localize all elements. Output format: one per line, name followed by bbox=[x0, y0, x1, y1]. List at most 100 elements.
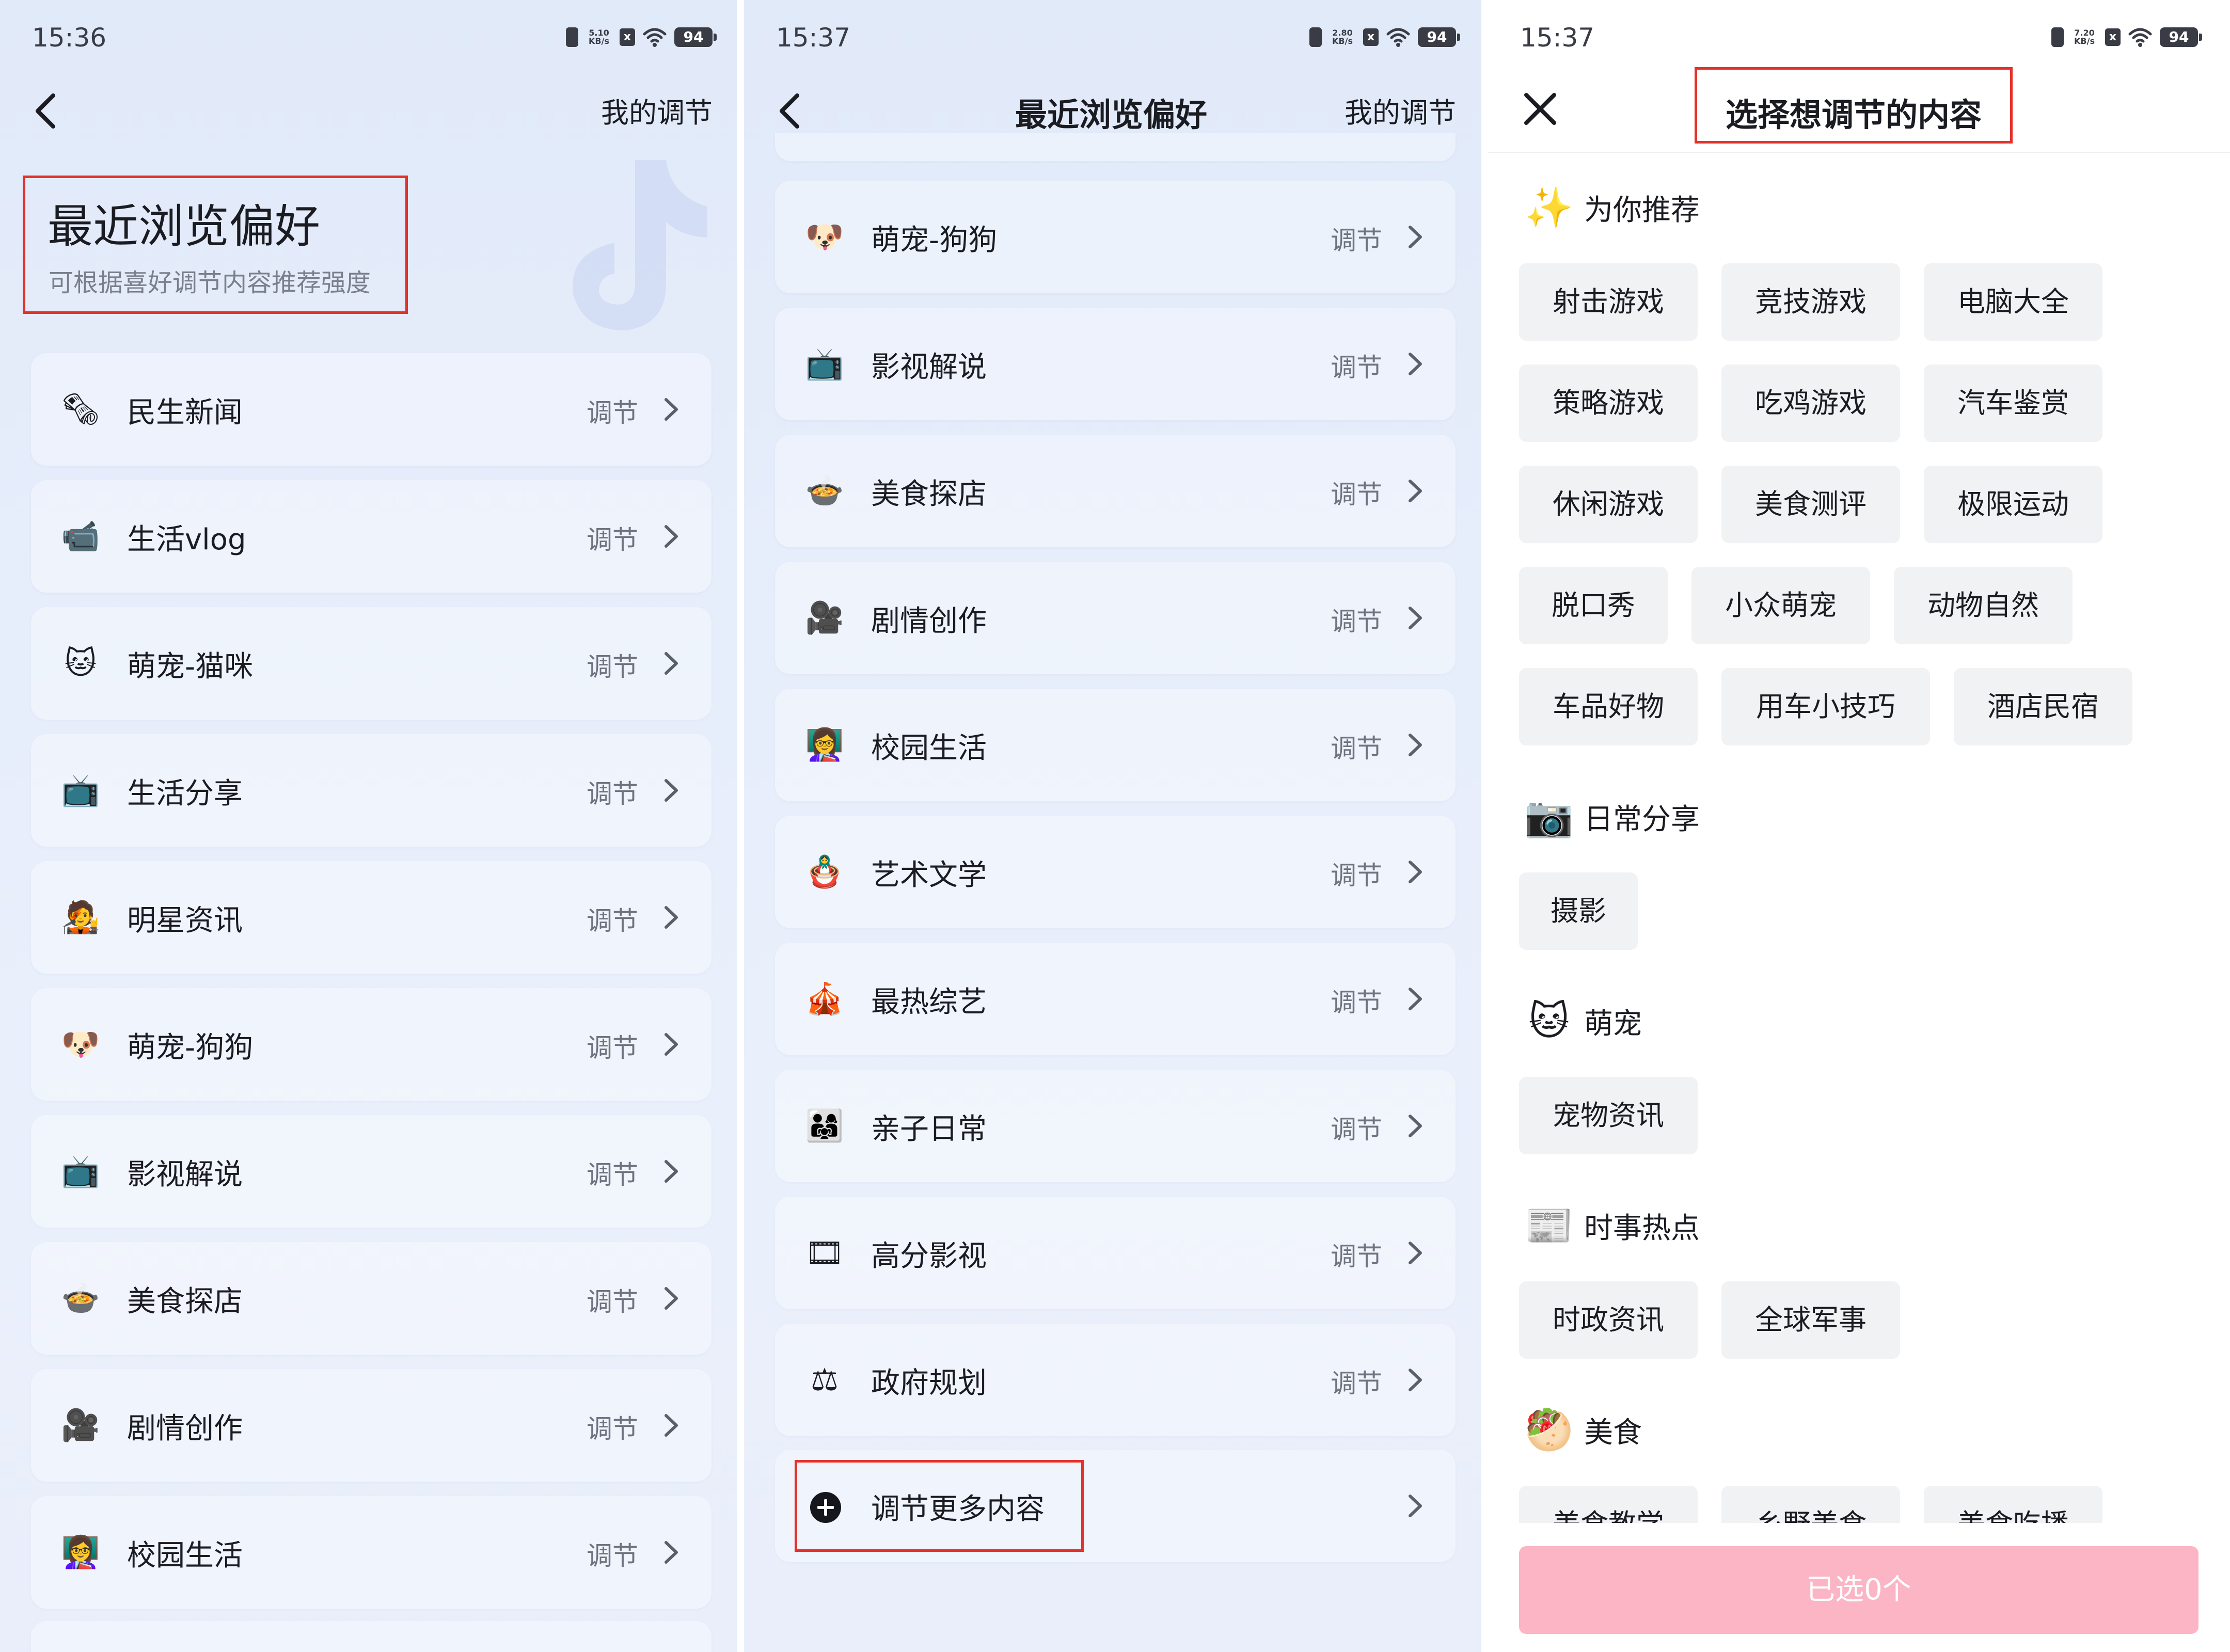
list-item[interactable]: 📺 影视解说 调节 bbox=[31, 1115, 711, 1228]
topic-tag[interactable]: 用车小技巧 bbox=[1721, 668, 1930, 745]
sim-off-icon: x bbox=[1363, 28, 1379, 46]
category-icon: 📺 bbox=[805, 346, 844, 382]
list-item[interactable]: 🐶 萌宠-狗狗 调节 bbox=[31, 988, 711, 1101]
adjust-button[interactable]: 调节 bbox=[587, 1408, 638, 1446]
section-title: 时事热点 bbox=[1584, 1211, 1700, 1245]
topic-tag[interactable]: 美食测评 bbox=[1721, 466, 1900, 543]
category-label: 明星资讯 bbox=[127, 904, 243, 938]
category-label: 最热综艺 bbox=[871, 986, 987, 1019]
section-icon: 🐱 bbox=[1528, 998, 1570, 1044]
adjust-button[interactable]: 调节 bbox=[1331, 1363, 1382, 1400]
category-icon: 🍲 bbox=[61, 1280, 100, 1316]
list-item[interactable]: 👨‍👩‍👧 亲子日常 调节 bbox=[775, 1070, 1456, 1182]
list-item[interactable]: 📹 生活vlog 调节 bbox=[31, 480, 711, 593]
back-icon[interactable] bbox=[769, 88, 815, 134]
list-item[interactable]: 📺 影视解说 调节 bbox=[775, 308, 1456, 420]
section-header: ✨ 为你推荐 bbox=[1524, 182, 1700, 233]
screen-browse-preferences-scrolled: 15:37 2.80 KB/s x 94 最近浏览偏好 我的调节 🐶 萌宠-狗狗 调节… bbox=[744, 0, 1488, 1652]
category-icon: 🗞 bbox=[61, 391, 101, 427]
adjust-button[interactable]: 调节 bbox=[587, 1281, 638, 1319]
list-item[interactable]: 🧑‍🎤 明星资讯 调节 bbox=[31, 861, 711, 974]
topic-tag[interactable]: 脱口秀 bbox=[1519, 567, 1668, 644]
adjust-button[interactable]: 调节 bbox=[587, 1027, 638, 1065]
topic-tag[interactable]: 摄影 bbox=[1519, 872, 1638, 950]
topic-tag[interactable]: 休闲游戏 bbox=[1519, 466, 1698, 543]
adjust-button[interactable]: 调节 bbox=[587, 900, 638, 938]
chevron-right-icon bbox=[1404, 1490, 1427, 1522]
list-item[interactable]: 🎞 高分影视 调节 bbox=[775, 1197, 1456, 1309]
adjust-button[interactable]: 调节 bbox=[1331, 728, 1382, 765]
list-item[interactable]: 🪆 艺术文学 调节 bbox=[775, 816, 1456, 928]
list-item[interactable]: 👩‍🏫 校园生活 调节 bbox=[775, 689, 1456, 801]
list-item[interactable] bbox=[31, 1621, 711, 1652]
list-item[interactable]: 🐶 萌宠-狗狗 调节 bbox=[775, 181, 1456, 293]
section-title: 为你推荐 bbox=[1584, 193, 1700, 227]
category-icon: 📹 bbox=[61, 518, 100, 554]
topic-tag[interactable]: 全球军事 bbox=[1721, 1281, 1900, 1359]
topic-tag[interactable]: 美食教学 bbox=[1519, 1486, 1698, 1523]
topic-tag[interactable]: 美食吃播 bbox=[1924, 1486, 2102, 1523]
list-item[interactable]: 🎪 最热综艺 调节 bbox=[775, 943, 1456, 1055]
my-adjust-link[interactable]: 我的调节 bbox=[601, 90, 713, 131]
adjust-button[interactable]: 调节 bbox=[587, 1535, 638, 1572]
topic-tag[interactable]: 酒店民宿 bbox=[1954, 668, 2132, 745]
back-icon[interactable] bbox=[25, 88, 71, 134]
my-adjust-link[interactable]: 我的调节 bbox=[1345, 90, 1456, 131]
list-item[interactable]: 🎥 剧情创作 调节 bbox=[775, 562, 1456, 674]
status-bar: 15:36 5.10 KB/s x 94 bbox=[0, 0, 745, 77]
list-item[interactable]: 🐱 萌宠-猫咪 调节 bbox=[31, 607, 711, 720]
category-label: 政府规划 bbox=[871, 1367, 987, 1400]
adjust-button[interactable]: 调节 bbox=[1331, 855, 1382, 892]
list-item-partial[interactable] bbox=[775, 133, 1456, 161]
list-item[interactable]: ⚖ 政府规划 调节 bbox=[775, 1324, 1456, 1436]
adjust-button[interactable]: 调节 bbox=[1331, 1236, 1382, 1273]
topic-tag[interactable]: 电脑大全 bbox=[1924, 263, 2102, 341]
list-item[interactable]: 👩‍🏫 校园生活 调节 bbox=[31, 1496, 711, 1609]
chevron-right-icon bbox=[660, 1409, 683, 1441]
topic-tag[interactable]: 乡野美食 bbox=[1721, 1486, 1900, 1523]
list-item[interactable]: 🎥 剧情创作 调节 bbox=[31, 1369, 711, 1482]
topic-tag[interactable]: 竞技游戏 bbox=[1721, 263, 1900, 341]
chevron-right-icon bbox=[660, 647, 683, 679]
adjust-button[interactable]: 调节 bbox=[587, 773, 638, 811]
page-title: 最近浏览偏好 bbox=[48, 200, 321, 253]
topic-tag[interactable]: 汽车鉴赏 bbox=[1924, 364, 2102, 442]
topic-tag[interactable]: 车品好物 bbox=[1519, 668, 1698, 745]
topic-tag[interactable]: 小众萌宠 bbox=[1691, 567, 1870, 644]
wifi-icon bbox=[1386, 27, 1411, 47]
adjust-button[interactable]: 调节 bbox=[587, 392, 638, 430]
topic-tag[interactable]: 吃鸡游戏 bbox=[1721, 364, 1900, 442]
adjust-button[interactable]: 调节 bbox=[587, 646, 638, 684]
category-label: 萌宠-猫咪 bbox=[127, 650, 254, 684]
topic-tag[interactable]: 极限运动 bbox=[1924, 466, 2102, 543]
category-icon: 🐱 bbox=[64, 645, 97, 681]
section-header: 🐱 萌宠 bbox=[1524, 995, 1642, 1047]
topic-tag[interactable]: 射击游戏 bbox=[1519, 263, 1698, 341]
status-time: 15:36 bbox=[32, 23, 107, 53]
selected-count-button[interactable]: 已选0个 bbox=[1519, 1546, 2199, 1634]
adjust-button[interactable]: 调节 bbox=[1331, 1109, 1382, 1146]
chevron-right-icon bbox=[1404, 602, 1427, 634]
category-label: 艺术文学 bbox=[871, 859, 987, 892]
list-item[interactable]: 🍲 美食探店 调节 bbox=[31, 1242, 711, 1355]
adjust-button[interactable]: 调节 bbox=[1331, 220, 1382, 257]
list-item[interactable]: 📺 生活分享 调节 bbox=[31, 734, 711, 847]
adjust-button[interactable]: 调节 bbox=[587, 1154, 638, 1192]
network-speed: 5.10 KB/s bbox=[589, 28, 609, 46]
adjust-button[interactable]: 调节 bbox=[1331, 347, 1382, 384]
topic-tag[interactable]: 动物自然 bbox=[1894, 567, 2073, 644]
list-item[interactable]: 🍲 美食探店 调节 bbox=[775, 435, 1456, 547]
network-speed: 2.80 KB/s bbox=[1332, 28, 1353, 46]
chevron-right-icon bbox=[660, 774, 683, 806]
topic-tag[interactable]: 时政资讯 bbox=[1519, 1281, 1698, 1359]
adjust-button[interactable]: 调节 bbox=[587, 519, 638, 557]
category-icon: 🐶 bbox=[805, 219, 844, 255]
adjust-button[interactable]: 调节 bbox=[1331, 982, 1382, 1019]
screen-select-content: 15:37 7.20 KB/s x 94 选择想调节的内容 ✨ 为你推荐 射击游戏 竞技… bbox=[1488, 0, 2230, 1652]
chevron-right-icon bbox=[1404, 983, 1427, 1015]
list-item[interactable]: 🗞 民生新闻 调节 bbox=[31, 353, 711, 466]
adjust-button[interactable]: 调节 bbox=[1331, 474, 1382, 511]
adjust-button[interactable]: 调节 bbox=[1331, 601, 1382, 638]
topic-tag[interactable]: 宠物资讯 bbox=[1519, 1077, 1698, 1154]
topic-tag[interactable]: 策略游戏 bbox=[1519, 364, 1698, 442]
